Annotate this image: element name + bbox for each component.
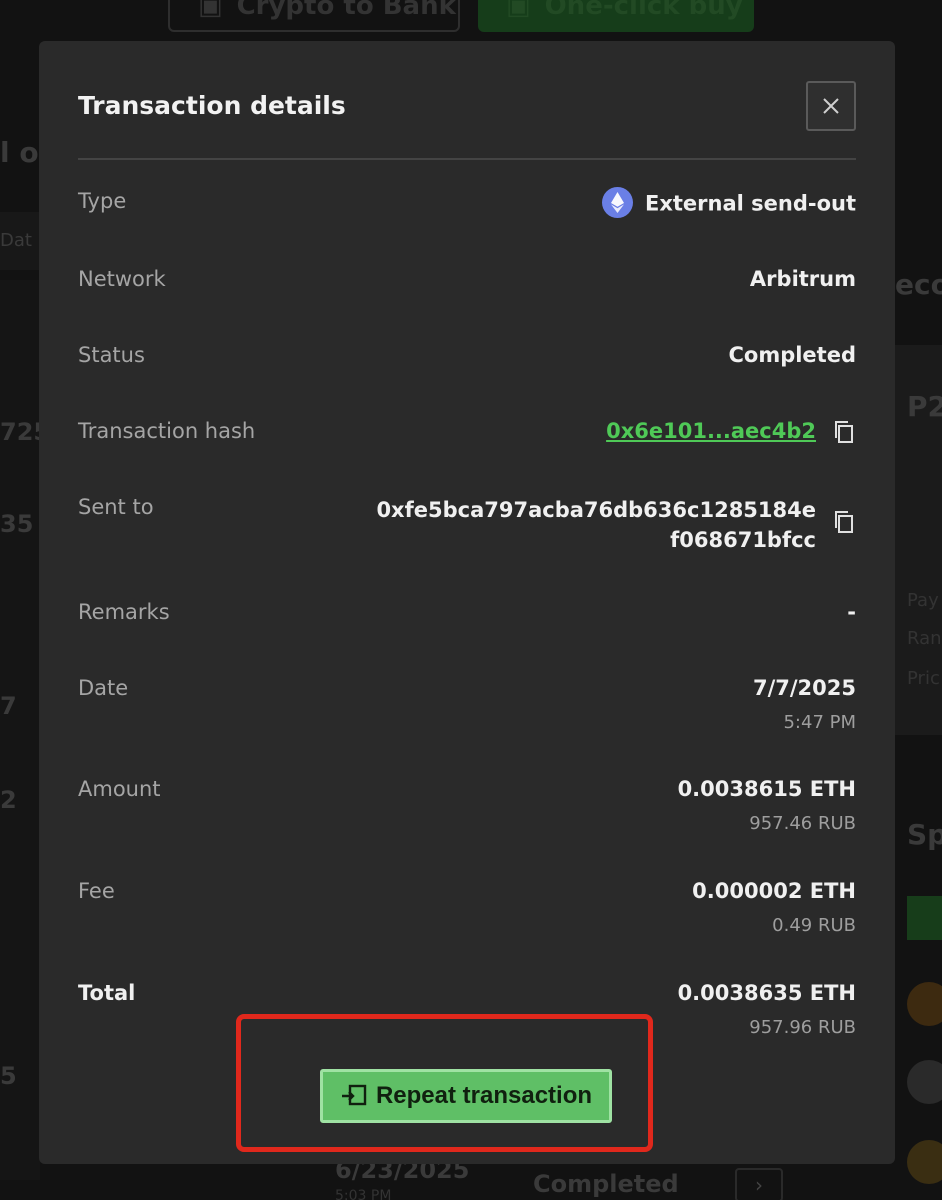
bank-icon: ▣ [198,0,223,21]
time-value: 5:47 PM [783,712,856,733]
fee-value: 0.000002 ETH [692,879,856,903]
repeat-transaction-button[interactable]: Repeat transaction [320,1069,612,1123]
status-value: Completed [728,343,856,367]
amount-fiat: 957.46 RUB [749,813,856,834]
status-row: Status Completed [78,343,856,367]
fee-fiat: 0.49 RUB [772,915,856,936]
fee-row: Fee 0.000002 ETH 0.49 RUB [78,879,856,936]
close-button[interactable] [806,81,856,131]
network-row: Network Arbitrum [78,267,856,291]
crypto-to-bank-button[interactable]: ▣ Crypto to Bank [168,0,460,32]
amount-value: 0.0038615 ETH [677,777,856,801]
transaction-details-modal: Transaction details Type External send-o… [39,41,895,1164]
sent-to-row: Sent to 0xfe5bca797acba76db636c1285184e … [78,495,856,575]
copy-icon[interactable] [832,509,856,535]
transaction-hash-link[interactable]: 0x6e101...aec4b2 [606,419,816,443]
date-value: 7/7/2025 [752,676,856,700]
transaction-hash-row: Transaction hash 0x6e101...aec4b2 [78,419,856,479]
remarks-row: Remarks - [78,600,856,624]
header-divider [78,158,856,160]
remarks-value: - [847,600,856,624]
total-value: 0.0038635 ETH [677,981,856,1005]
type-value: External send-out [644,191,856,216]
total-fiat: 957.96 RUB [749,1017,856,1038]
date-row: Date 7/7/2025 5:47 PM [78,676,856,733]
ethereum-icon [601,187,633,218]
card-icon: ▣ [506,0,531,21]
network-value: Arbitrum [749,267,856,291]
type-row: Type External send-out [78,187,856,249]
modal-title: Transaction details [78,91,346,120]
close-icon [823,98,839,114]
background-left-column: l o Dat 725 35 7 2 5 [0,0,50,1200]
chevron-right-icon[interactable]: › [735,1168,783,1200]
sent-to-address: 0xfe5bca797acba76db636c1285184e f068671b… [376,498,816,552]
repeat-icon [341,1084,367,1106]
amount-row: Amount 0.0038615 ETH 957.46 RUB [78,777,856,834]
copy-icon[interactable] [832,419,856,445]
one-click-buy-button[interactable]: ▣ One-click buy [478,0,754,32]
